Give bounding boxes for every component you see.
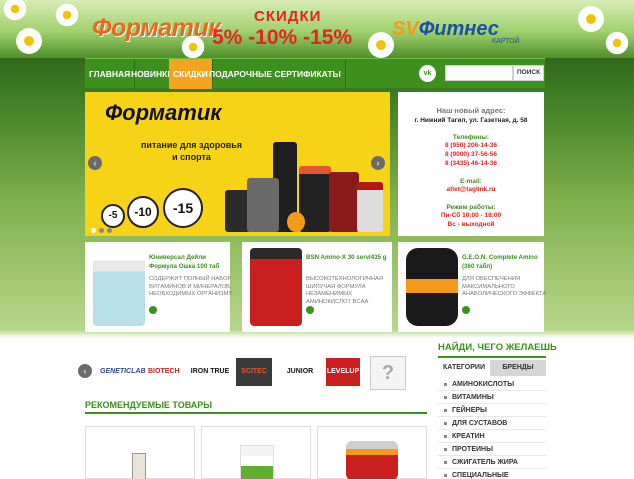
hours-title: Режим работы:: [446, 204, 496, 211]
brand-logo[interactable]: JUNIOR: [280, 358, 320, 386]
slider-dot[interactable]: [99, 228, 104, 233]
slider-prev-icon[interactable]: ‹: [88, 156, 102, 170]
sidebar-tabs: КАТЕГОРИИ БРЕНДЫ: [438, 360, 546, 376]
daisy-decoration: [604, 30, 630, 56]
product-name[interactable]: Юниверсал Дейли Формула Ошка 100 таб: [149, 254, 235, 271]
product-jar: [357, 182, 383, 232]
brands-carousel: ‹ GENETICLAB BIOTECH IRON TRUE SCITEC JU…: [72, 352, 432, 392]
product-name[interactable]: BSN Amino-X 30 serv/435 g: [306, 254, 392, 263]
find-title: НАЙДИ, ЧЕГО ЖЕЛАЕШЬ: [438, 342, 557, 353]
email-title: E-mail:: [460, 178, 482, 185]
brand-logo[interactable]: IRON TRUE: [190, 358, 230, 386]
site-logo[interactable]: Форматик: [92, 14, 221, 43]
product-image: [346, 441, 398, 479]
product-image: [250, 248, 302, 326]
recommended-product-card[interactable]: [317, 426, 427, 479]
fitness-logo: SVФитнес: [392, 18, 499, 41]
recommended-product-card[interactable]: [201, 426, 311, 479]
search-button[interactable]: ПОИСК: [513, 65, 544, 81]
fitness-subtitle: КАРТОЙ: [492, 38, 520, 45]
orange-slice: [287, 212, 305, 232]
brand-logo[interactable]: GENETICLAB: [100, 358, 146, 386]
slider-dots: [91, 226, 115, 235]
slider-logo: Форматик: [105, 100, 222, 125]
daisy-decoration: [14, 26, 44, 56]
phone-number: 8 (3435) 46-14-36: [444, 160, 498, 167]
discount-badge: -15: [163, 188, 203, 228]
address-title: Наш новый адрес:: [436, 106, 506, 115]
category-item[interactable]: СПЕЦИАЛЬНЫЕ: [438, 469, 546, 479]
promo-title: СКИДКИ: [254, 8, 322, 25]
phone-number: 8 (9000) 37-56-56: [444, 151, 498, 158]
brand-logo[interactable]: BIOTECH: [148, 358, 180, 386]
discount-badge: -5: [101, 204, 125, 228]
product-description: ВЫСОКОТЕХНОЛОГИЧНАЯ ШИПУЧАЯ ФОРМУЛА НЕЗА…: [306, 276, 384, 305]
brand-logo[interactable]: SCITEC: [236, 358, 272, 386]
divider: [438, 356, 546, 358]
product-name[interactable]: G.E.O.N. Complete Amino (360 табл): [462, 254, 548, 271]
product-card[interactable]: G.E.O.N. Complete Amino (360 табл) ДЛЯ О…: [398, 242, 546, 332]
recommended-title: РЕКОМЕНДУЕМЫЕ ТОВАРЫ: [85, 400, 213, 410]
product-image: [406, 248, 458, 326]
fitness-logo-name: Фитнес: [418, 18, 499, 40]
category-item[interactable]: ВИТАМИНЫ: [438, 391, 546, 404]
slider-products-image: [225, 132, 385, 232]
daisy-decoration: [576, 4, 606, 34]
product-image: [93, 248, 145, 326]
recommended-product-card[interactable]: [85, 426, 195, 479]
nav-item-gift-certificates[interactable]: ПОДАРОЧНЫЕ СЕРТИФИКАТЫ: [205, 59, 346, 89]
phones-title: Телефоны:: [452, 134, 490, 141]
category-item[interactable]: ДЛЯ СУСТАВОВ: [438, 417, 546, 430]
category-item[interactable]: АМИНОКИСЛОТЫ: [438, 378, 546, 391]
product-description: СОДЕРЖИТ ПОЛНЫЙ НАБОР ВИТАМИНОВ И МИНЕРА…: [149, 276, 233, 297]
product-card[interactable]: Юниверсал Дейли Формула Ошка 100 таб СОД…: [85, 242, 232, 332]
vk-icon[interactable]: vk: [419, 65, 436, 82]
discount-badge: -10: [127, 196, 159, 228]
arrow-right-icon[interactable]: [149, 306, 157, 314]
category-item[interactable]: КРЕАТИН: [438, 430, 546, 443]
product-image: [240, 445, 274, 479]
tab-brands[interactable]: БРЕНДЫ: [490, 360, 546, 376]
arrow-right-icon[interactable]: [462, 306, 470, 314]
product-description: ДЛЯ ОБЕСПЕЧЕНИЯ МАКСИМАЛЬНОГО АНАБОЛИЧЕС…: [462, 276, 547, 297]
promo-slider: Форматик питание для здоровья и спорта -…: [85, 92, 390, 236]
daisy-decoration: [2, 0, 28, 22]
category-item[interactable]: СЖИГАТЕЛЬ ЖИРА: [438, 456, 546, 469]
category-list: АМИНОКИСЛОТЫ ВИТАМИНЫ ГЕЙНЕРЫ ДЛЯ СУСТАВ…: [438, 378, 546, 479]
product-jar: [329, 172, 359, 232]
fitness-logo-prefix: SV: [392, 18, 419, 40]
slider-dot[interactable]: [107, 228, 112, 233]
email-link[interactable]: atlet@taglink.ru: [398, 185, 544, 194]
phone-number: 8 (950) 206-14-36: [444, 142, 498, 149]
brand-logo[interactable]: LEVELUP: [326, 358, 360, 386]
product-image: [132, 453, 146, 479]
site-header: Форматик СКИДКИ 5% -10% -15% SVФитнес КА…: [0, 0, 634, 58]
search-input[interactable]: [445, 65, 513, 81]
product-jar: [247, 178, 279, 232]
category-item[interactable]: ПРОТЕИНЫ: [438, 443, 546, 456]
address-street: г. Нижний Тагил, ул. Газетная, д. 58: [414, 117, 528, 124]
slider-next-icon[interactable]: ›: [371, 156, 385, 170]
working-hours: Пн-Сб 10:00 - 18:00: [440, 212, 502, 219]
category-item[interactable]: ГЕЙНЕРЫ: [438, 404, 546, 417]
slider-dot[interactable]: [91, 228, 96, 233]
tab-categories[interactable]: КАТЕГОРИИ: [438, 360, 490, 376]
brand-logo[interactable]: ?: [370, 356, 406, 390]
promo-values: 5% -10% -15%: [212, 26, 353, 49]
brands-prev-icon[interactable]: ‹: [78, 364, 92, 378]
divider: [85, 412, 427, 414]
daisy-decoration: [54, 2, 80, 28]
arrow-right-icon[interactable]: [306, 306, 314, 314]
store-address-panel: Наш новый адрес: г. Нижний Тагил, ул. Га…: [398, 92, 544, 236]
day-off: Вс - выходной: [447, 221, 495, 228]
product-card[interactable]: BSN Amino-X 30 serv/435 g ВЫСОКОТЕХНОЛОГ…: [242, 242, 392, 332]
